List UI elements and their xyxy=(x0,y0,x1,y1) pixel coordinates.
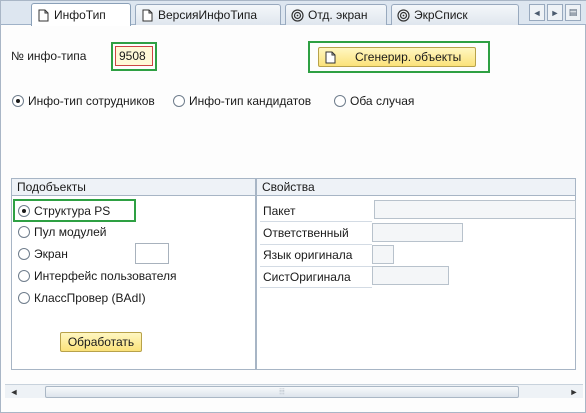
tab-infotype[interactable]: ИнфоТип xyxy=(31,3,131,26)
radio-check-class-label: КлассПровер (BAdI) xyxy=(34,291,146,305)
scroll-right-icon: ► xyxy=(569,387,579,397)
original-system-label: СистОригинала xyxy=(263,270,351,284)
original-system-field xyxy=(372,266,449,285)
tab-list-icon: ▤ xyxy=(568,7,578,17)
tab-infotype-version[interactable]: ВерсияИнфоТипа xyxy=(135,4,281,25)
document-icon xyxy=(323,50,337,64)
radio-module-pool-label: Пул модулей xyxy=(34,225,107,239)
document-icon xyxy=(36,8,50,22)
tab-next-button[interactable]: ► xyxy=(547,4,563,21)
original-language-label: Язык оригинала xyxy=(263,248,353,262)
radio-ps-structure-label: Структура PS xyxy=(34,204,111,218)
row-divider xyxy=(260,244,372,245)
tab-next-icon: ► xyxy=(550,7,560,18)
responsible-field xyxy=(372,223,463,242)
radio-employee-infotype[interactable] xyxy=(12,95,24,107)
subobjects-title: Подобъекты xyxy=(12,179,255,196)
radio-applicant-infotype[interactable] xyxy=(173,95,185,107)
document-icon xyxy=(140,8,154,22)
screen-number-input[interactable] xyxy=(135,243,169,264)
package-label: Пакет xyxy=(263,204,296,218)
spiral-icon xyxy=(396,8,410,22)
tab-single-screen[interactable]: Отд. экран xyxy=(285,4,387,25)
radio-screen-label: Экран xyxy=(34,247,68,261)
tab-single-screen-label: Отд. экран xyxy=(308,8,368,22)
radio-ps-structure[interactable] xyxy=(18,205,30,217)
original-language-field xyxy=(372,245,394,264)
generate-objects-label: Сгенерир. объекты xyxy=(355,50,462,64)
infotype-number-label: № инфо-типа xyxy=(11,49,87,63)
scroll-thumb[interactable]: ⦙⦙⦙ xyxy=(45,386,519,398)
tab-infotype-label: ИнфоТип xyxy=(54,8,106,22)
generate-objects-button[interactable]: Сгенерир. объекты xyxy=(318,47,476,67)
radio-both-cases-label: Оба случая xyxy=(350,94,415,108)
tab-prev-button[interactable]: ◄ xyxy=(529,4,545,21)
row-divider xyxy=(260,221,372,222)
process-button[interactable]: Обработать xyxy=(60,332,142,352)
radio-user-interface-label: Интерфейс пользователя xyxy=(34,269,177,283)
radio-applicant-infotype-label: Инфо-тип кандидатов xyxy=(189,94,312,108)
scroll-left-icon: ◄ xyxy=(9,387,19,397)
horizontal-scrollbar[interactable]: ◄ ⦙⦙⦙ ► xyxy=(5,384,583,398)
scroll-right-button[interactable]: ► xyxy=(567,386,581,398)
infotype-window: ИнфоТип ВерсияИнфоТипа Отд. экран ЭкрСпи… xyxy=(0,0,586,413)
tab-list-button[interactable]: ▤ xyxy=(565,4,581,21)
row-divider xyxy=(260,287,372,288)
tab-strip: ИнфоТип ВерсияИнфоТипа Отд. экран ЭкрСпи… xyxy=(1,1,586,26)
spiral-icon xyxy=(290,8,304,22)
row-divider xyxy=(260,266,372,267)
tab-list-screen-label: ЭкрСписк xyxy=(414,8,468,22)
scroll-left-button[interactable]: ◄ xyxy=(7,386,21,398)
responsible-label: Ответственный xyxy=(263,226,349,240)
radio-check-class[interactable] xyxy=(18,292,30,304)
infotype-number-value: 9508 xyxy=(119,49,146,63)
radio-screen[interactable] xyxy=(18,248,30,260)
scroll-grip-icon: ⦙⦙⦙ xyxy=(279,387,285,396)
radio-user-interface[interactable] xyxy=(18,270,30,282)
tab-infotype-version-label: ВерсияИнфоТипа xyxy=(158,8,258,22)
tab-prev-icon: ◄ xyxy=(532,7,542,18)
properties-title: Свойства xyxy=(257,179,575,196)
process-button-label: Обработать xyxy=(67,335,135,349)
package-field xyxy=(374,200,576,219)
radio-employee-infotype-label: Инфо-тип сотрудников xyxy=(28,94,155,108)
infotype-number-input[interactable]: 9508 xyxy=(115,46,153,66)
radio-both-cases[interactable] xyxy=(334,95,346,107)
radio-module-pool[interactable] xyxy=(18,226,30,238)
tab-list-screen[interactable]: ЭкрСписк xyxy=(391,4,519,25)
